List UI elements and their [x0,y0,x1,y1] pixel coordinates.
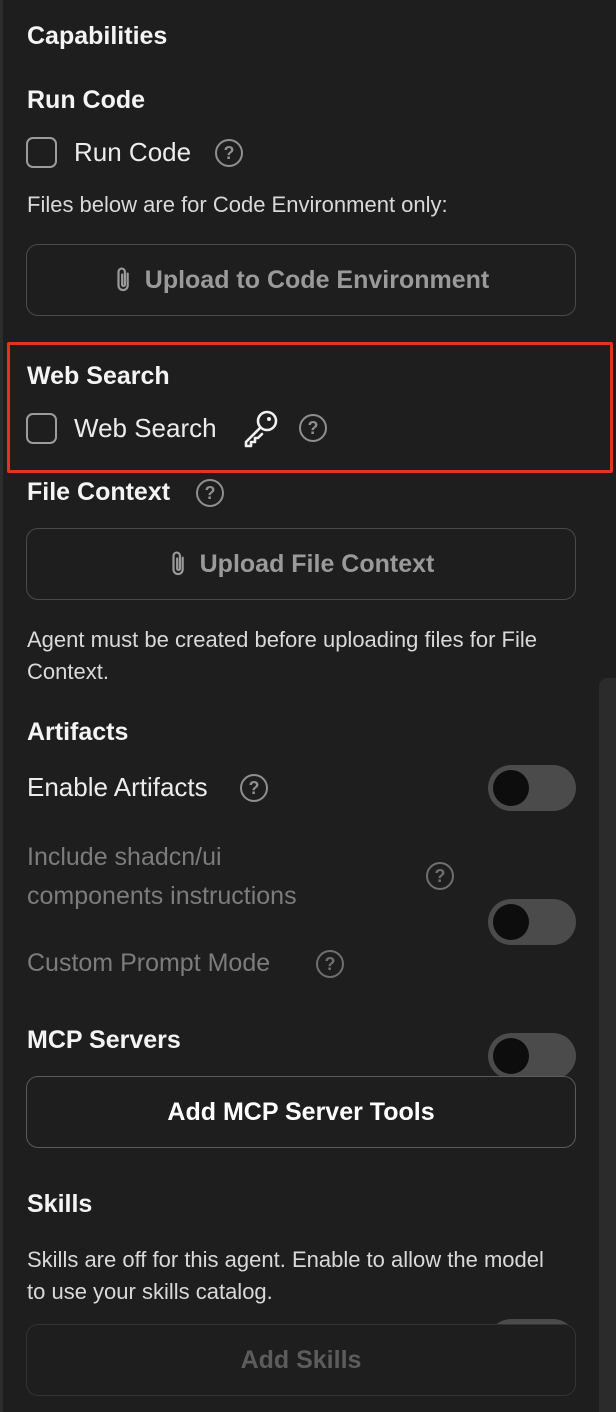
upload-file-context-button[interactable]: Upload File Context [26,528,576,600]
upload-code-environment-button[interactable]: Upload to Code Environment [26,244,576,316]
artifacts-heading: Artifacts [27,718,129,746]
file-context-help-icon[interactable]: ? [196,479,224,507]
web-search-help-icon[interactable]: ? [299,414,327,442]
skills-heading: Skills [27,1190,93,1218]
add-skills-button[interactable]: Add Skills [26,1324,576,1396]
run-code-checkbox[interactable] [26,137,57,168]
capabilities-heading: Capabilities [27,22,168,50]
toggle-knob [493,904,529,940]
skills-note: Skills are off for this agent. Enable to… [27,1247,544,1304]
web-search-checkbox[interactable] [26,413,57,444]
web-search-label: Web Search [74,413,217,443]
toggle-knob [493,1038,529,1074]
mcp-servers-heading: MCP Servers [27,1026,181,1054]
paperclip-icon [117,267,129,292]
toggle-knob [493,770,529,806]
shadcn-help-icon[interactable]: ? [426,862,454,890]
paperclip-icon [172,551,184,576]
run-code-help-icon[interactable]: ? [215,139,243,167]
enable-artifacts-help-icon[interactable]: ? [240,774,268,802]
enable-artifacts-label: Enable Artifacts [27,772,208,802]
capabilities-panel: Capabilities Run Code Run Code ? Files b… [0,0,616,1412]
enable-artifacts-toggle[interactable] [488,765,576,811]
file-context-note: Agent must be created before uploading f… [27,627,537,684]
add-mcp-server-tools-label: Add MCP Server Tools [167,1097,435,1126]
add-mcp-server-tools-button[interactable]: Add MCP Server Tools [26,1076,576,1148]
file-context-heading: File Context [27,478,171,506]
panel-left-border [0,0,3,1412]
shadcn-instructions-toggle[interactable] [488,899,576,945]
web-search-heading: Web Search [27,362,170,390]
shadcn-instructions-label: Include shadcn/ui components instruction… [27,843,297,910]
custom-prompt-mode-label: Custom Prompt Mode [27,949,271,977]
run-code-label: Run Code [74,137,192,167]
scrollbar[interactable] [599,678,616,1412]
key-icon[interactable] [241,408,281,448]
custom-prompt-mode-toggle[interactable] [488,1033,576,1079]
run-code-note: Files below are for Code Environment onl… [27,192,448,217]
custom-prompt-help-icon[interactable]: ? [316,950,344,978]
upload-code-environment-label: Upload to Code Environment [144,265,490,294]
add-skills-label: Add Skills [240,1345,362,1374]
run-code-heading: Run Code [27,86,146,114]
upload-file-context-label: Upload File Context [199,549,435,578]
